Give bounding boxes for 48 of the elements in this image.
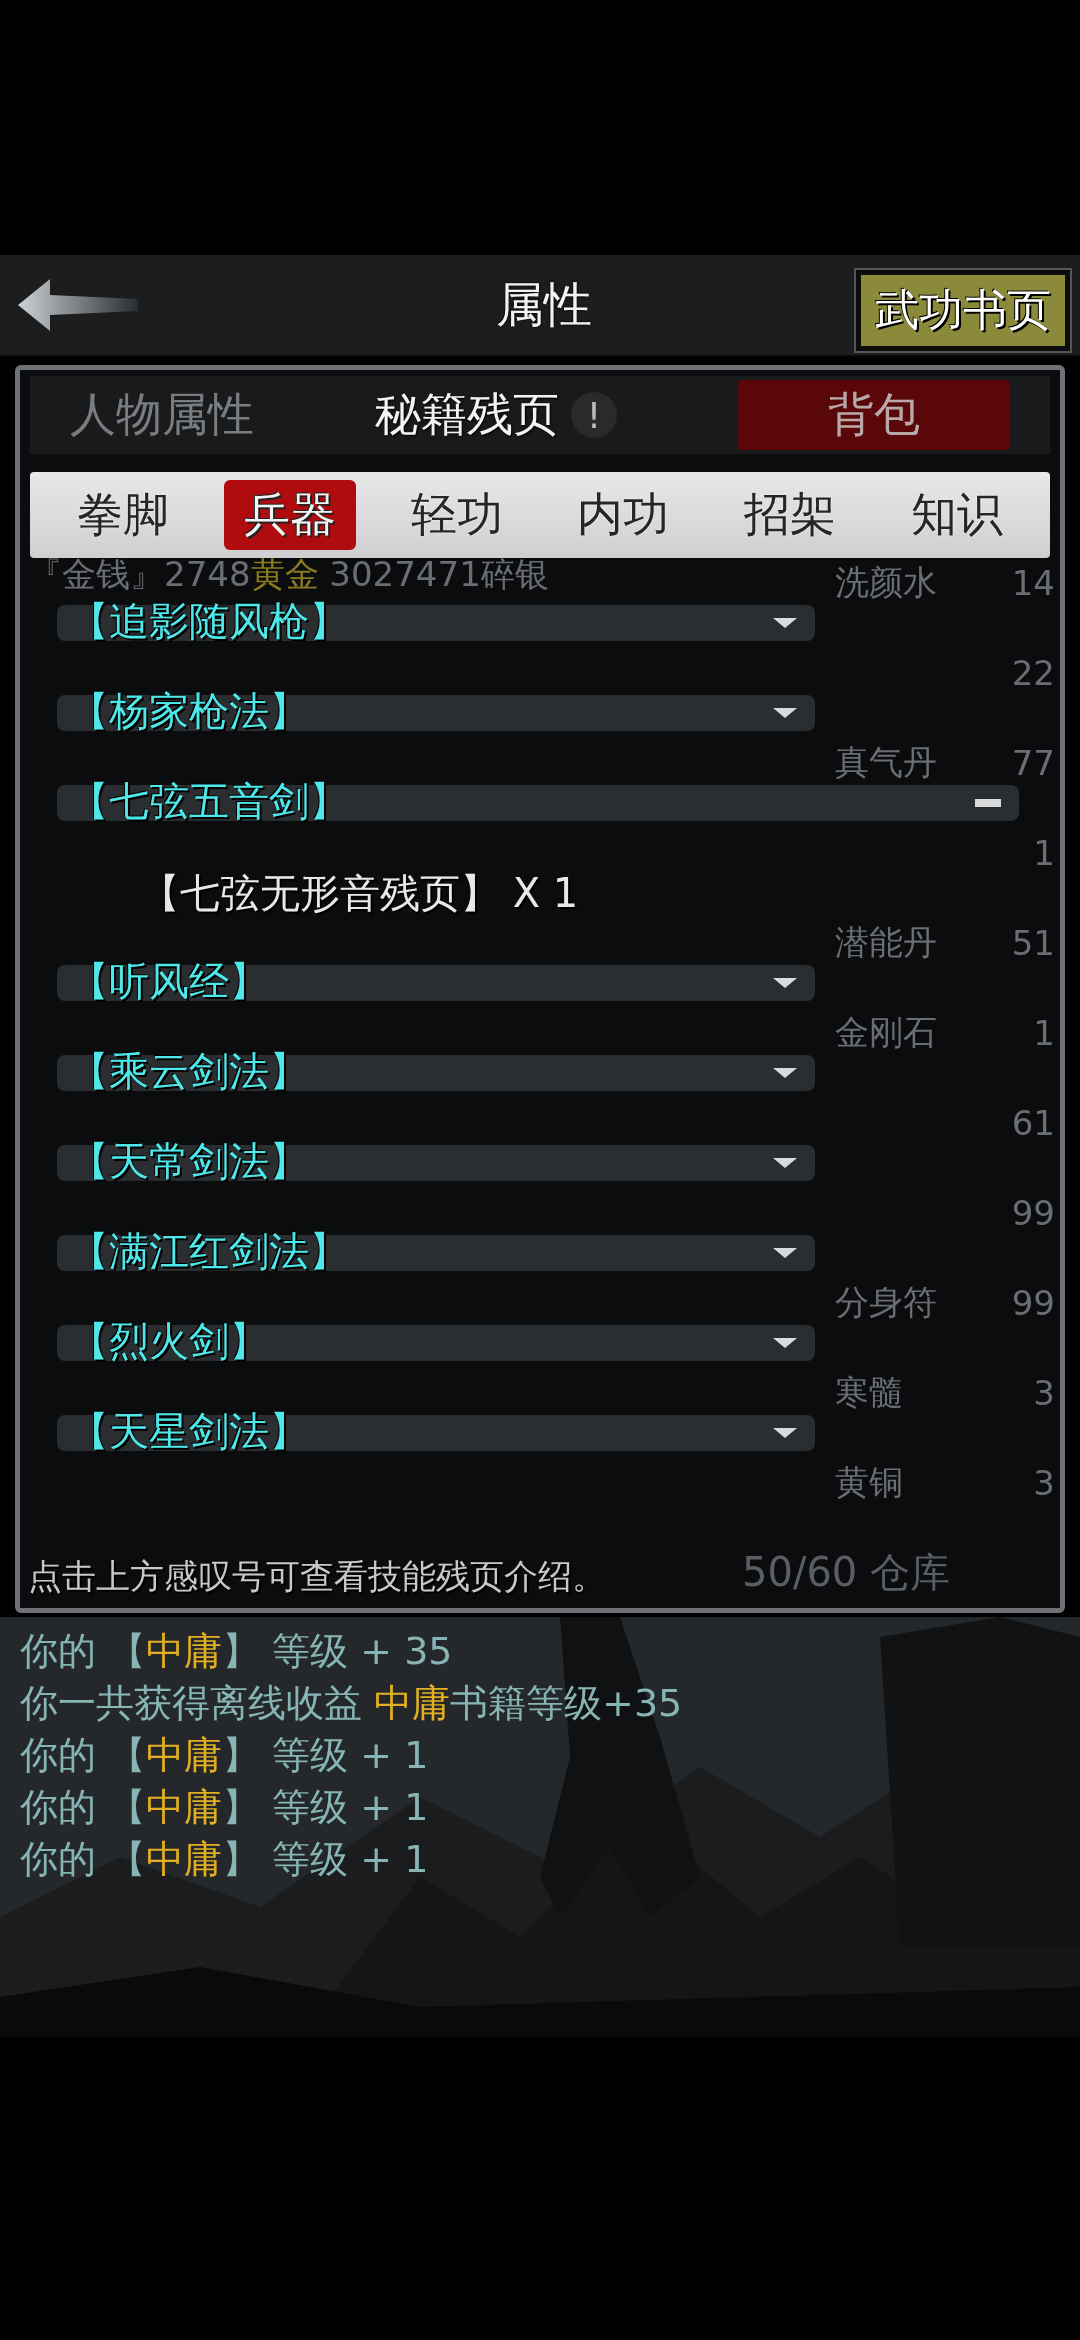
log-line: 你的 【中庸】 等级 + 1 (20, 1836, 430, 1883)
info-icon[interactable]: ! (571, 392, 617, 438)
item-count: 14 (1011, 563, 1055, 603)
page-item: 【七弦无形音残页】 X 1 (140, 868, 579, 918)
caret-icon (773, 1338, 797, 1348)
caret-icon (773, 1428, 797, 1438)
item-count: 77 (1011, 743, 1055, 783)
item-name: 金刚石 (835, 1012, 937, 1052)
caret-icon (773, 618, 797, 628)
collapse-icon (975, 799, 1001, 807)
caret-icon (773, 708, 797, 718)
log-line: 你一共获得离线收益 中庸书籍等级+35 (20, 1680, 684, 1727)
item-count: 22 (1011, 653, 1055, 693)
caret-icon (773, 978, 797, 988)
category-tab[interactable]: 内功 (557, 480, 690, 550)
log-line: 你的 【中庸】 等级 + 1 (20, 1732, 430, 1779)
money-text: 『金钱』2748黄金 3027471碎银 (28, 553, 549, 596)
item-count: 99 (1011, 1193, 1055, 1233)
category-tab[interactable]: 轻功 (390, 480, 523, 550)
caret-icon (773, 1158, 797, 1168)
item-count: 3 (1033, 1463, 1055, 1503)
log-line: 你的 【中庸】 等级 + 1 (20, 1784, 430, 1831)
caret-icon (773, 1248, 797, 1258)
item-count: 3 (1033, 1373, 1055, 1413)
item-name: 寒髓 (835, 1372, 903, 1412)
category-tab[interactable]: 拳脚 (57, 480, 190, 550)
item-count: 61 (1011, 1103, 1055, 1143)
storage-capacity: 50/60 仓库 (742, 1548, 950, 1597)
hint-text: 点击上方感叹号可查看技能残页介绍。 (28, 1555, 606, 1598)
log-line: 你的 【中庸】 等级 + 35 (20, 1628, 454, 1675)
book-pages-button[interactable]: 武功书页 (856, 269, 1070, 351)
item-count: 51 (1011, 923, 1055, 963)
item-name: 洗颜水 (835, 562, 937, 602)
item-count: 1 (1033, 1013, 1055, 1053)
category-tab[interactable]: 兵器 (224, 480, 356, 550)
item-count: 1 (1033, 833, 1055, 873)
caret-icon (773, 1068, 797, 1078)
item-name: 黄铜 (835, 1462, 903, 1502)
panel-tab[interactable]: 背包 (738, 380, 1010, 450)
item-count: 99 (1011, 1283, 1055, 1323)
category-tab[interactable]: 知识 (890, 480, 1023, 550)
panel-tab[interactable]: 秘籍残页 (375, 384, 559, 446)
panel-tab[interactable]: 人物属性 (70, 384, 254, 446)
category-tab[interactable]: 招架 (723, 480, 856, 550)
screen-title: 属性 (496, 275, 592, 334)
item-name: 真气丹 (835, 742, 937, 782)
item-name: 潜能丹 (835, 922, 937, 962)
item-name: 分身符 (835, 1282, 937, 1322)
